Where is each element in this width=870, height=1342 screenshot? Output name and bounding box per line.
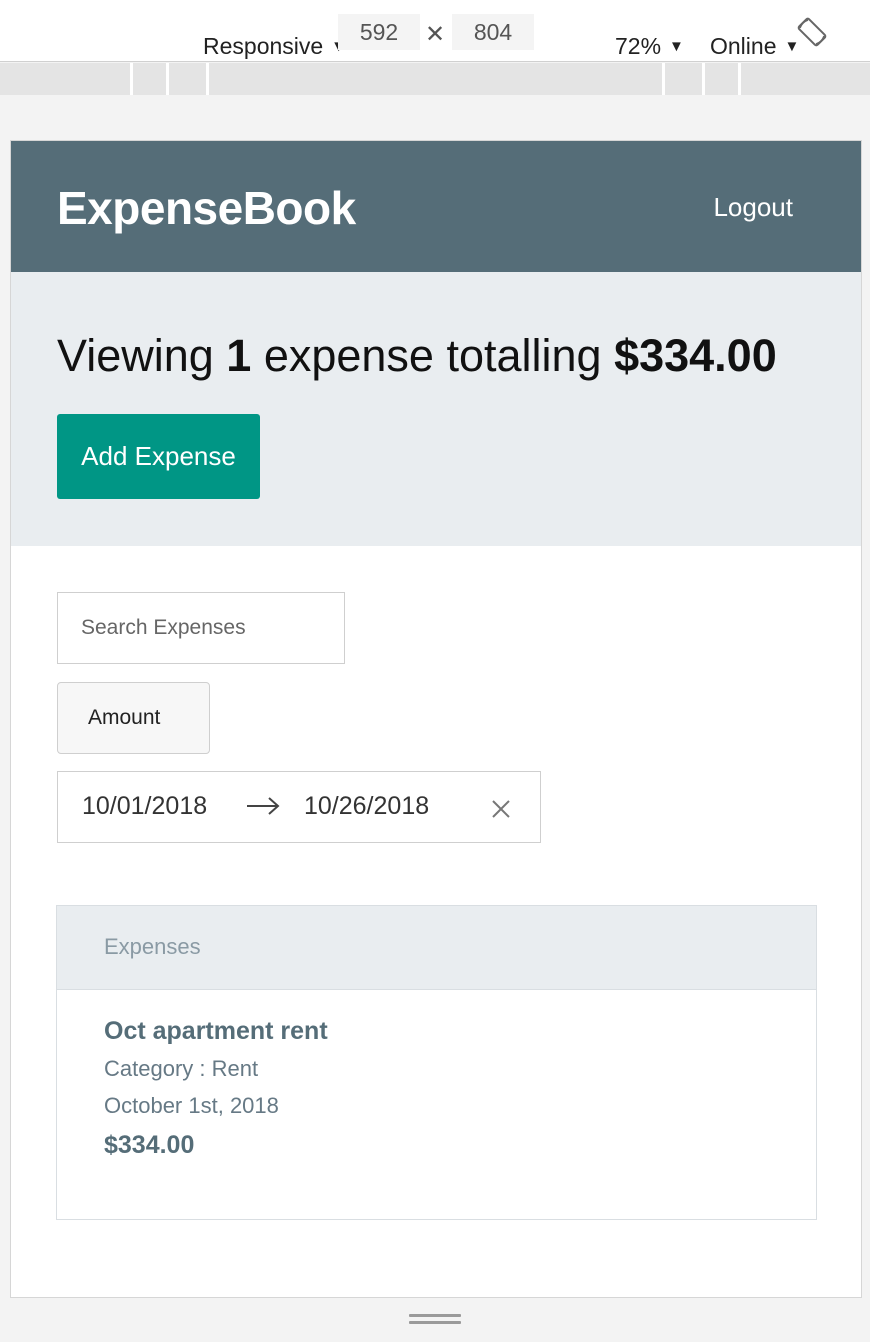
width-input[interactable]: 592 — [338, 14, 420, 50]
zoom-select-label: 72% — [615, 33, 662, 59]
arrow-right-icon — [247, 797, 280, 815]
expense-date: October 1st, 2018 — [104, 1093, 279, 1118]
add-expense-button[interactable]: Add Expense — [57, 414, 260, 499]
resize-handle[interactable] — [409, 1314, 461, 1326]
summary-text: Viewing 1 expense totalling $334.00 — [57, 330, 777, 382]
ruler-tick[interactable] — [738, 63, 741, 95]
expense-category: Category : Rent — [104, 1056, 259, 1081]
logout-button[interactable]: Logout — [713, 192, 793, 223]
expense-amount: $334.00 — [104, 1131, 195, 1159]
network-select-label: Online — [710, 33, 777, 59]
ruler-tick[interactable] — [702, 63, 705, 95]
expense-filters: Amount 10/01/2018 10/26/2018 — [11, 546, 861, 907]
device-select[interactable]: Responsive ▼ — [156, 18, 346, 59]
height-input[interactable]: 804 — [452, 14, 534, 50]
expense-list: Expenses Oct apartment rent Category : R… — [56, 905, 817, 1220]
end-date-input[interactable]: 10/26/2018 — [304, 792, 429, 821]
expenses-summary: Viewing 1 expense totalling $334.00 Add … — [11, 272, 861, 546]
search-input[interactable] — [57, 592, 345, 664]
grip-line — [409, 1321, 461, 1324]
ruler-tick[interactable] — [206, 63, 209, 95]
expense-list-header: Expenses — [57, 906, 816, 990]
sort-select[interactable]: Amount — [57, 682, 210, 754]
expense-list-title: Expenses — [104, 934, 201, 959]
summary-prefix: Viewing — [57, 330, 227, 381]
app-header: ExpenseBook Logout — [11, 141, 861, 272]
grip-line — [409, 1314, 461, 1317]
devtools-toolbar: Responsive ▼ 592 ✕ 804 72% ▼ Online ▼ — [0, 0, 870, 62]
device-select-label: Responsive — [203, 33, 324, 59]
network-select[interactable]: Online ▼ — [663, 18, 799, 59]
summary-middle: expense totalling — [251, 330, 615, 381]
ruler-tick[interactable] — [130, 63, 133, 95]
clear-dates-icon[interactable] — [491, 799, 511, 819]
ruler-tick[interactable] — [662, 63, 665, 95]
date-range-picker: 10/01/2018 10/26/2018 — [57, 771, 541, 843]
expense-title: Oct apartment rent — [104, 1017, 328, 1045]
list-item[interactable]: Oct apartment rent Category : Rent Octob… — [57, 990, 816, 1160]
start-date-input[interactable]: 10/01/2018 — [82, 792, 207, 821]
rotate-icon[interactable] — [796, 16, 828, 48]
expense-total: $334.00 — [614, 330, 777, 381]
media-query-bar — [0, 63, 870, 95]
times-icon: ✕ — [425, 21, 446, 48]
expense-count: 1 — [226, 330, 252, 381]
app-brand[interactable]: ExpenseBook — [57, 181, 356, 235]
ruler-tick[interactable] — [166, 63, 169, 95]
